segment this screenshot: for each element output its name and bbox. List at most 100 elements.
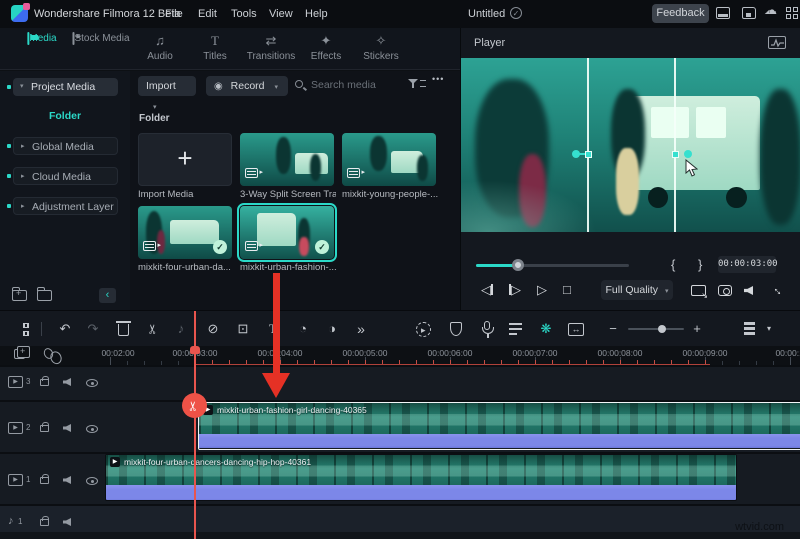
playhead-handle[interactable]	[190, 346, 200, 354]
next-frame-button[interactable]: ▷	[509, 282, 521, 298]
menu-file[interactable]: File	[165, 8, 183, 20]
sidebar-item-cloud-media[interactable]: ▸ Cloud Media	[13, 167, 118, 185]
track-height-icon[interactable]	[744, 322, 755, 335]
tab-stickers[interactable]: ✧ Stickers	[363, 33, 399, 62]
lock-icon[interactable]	[40, 477, 49, 484]
audio-track-lane[interactable]	[0, 506, 800, 532]
save-icon[interactable]	[742, 7, 756, 19]
scopes-icon[interactable]	[768, 36, 786, 49]
audio-track-icon: ♪	[8, 515, 14, 527]
lock-icon[interactable]	[40, 379, 49, 386]
tab-audio[interactable]: ♫ Audio	[147, 33, 173, 62]
import-media-tile[interactable]: +	[138, 133, 232, 186]
split-handle-square[interactable]	[585, 151, 592, 158]
color-correction-icon[interactable]: ◑	[323, 320, 341, 338]
zoom-in-icon[interactable]: +	[688, 320, 706, 338]
stop-button[interactable]: □	[563, 282, 571, 297]
mask-icon[interactable]	[450, 322, 462, 336]
undo-icon[interactable]: ↶	[56, 320, 74, 338]
mirror-display-icon[interactable]	[691, 285, 706, 296]
tab-media[interactable]: Media	[27, 33, 56, 44]
track-height-caret-icon[interactable]: ▾	[760, 320, 778, 338]
volume-icon[interactable]	[744, 286, 753, 295]
mark-out-icon[interactable]: }	[698, 257, 702, 272]
scrubber-knob[interactable]	[512, 259, 524, 271]
play-button[interactable]: ▷	[537, 282, 547, 298]
menu-edit[interactable]: Edit	[198, 8, 217, 20]
timeline-zoom-slider[interactable]	[628, 328, 684, 330]
lock-icon[interactable]	[40, 519, 49, 526]
visibility-icon[interactable]	[86, 477, 98, 485]
snap-link-icon[interactable]	[42, 347, 55, 361]
more-tools-icon[interactable]: »	[352, 320, 370, 338]
zoom-out-icon[interactable]: −	[604, 320, 622, 338]
split-line-right[interactable]	[674, 58, 676, 232]
sequence-icon[interactable]	[509, 323, 522, 335]
zoom-to-fit-icon[interactable]: ↔	[568, 323, 584, 336]
media-item-3way-split[interactable]	[240, 133, 334, 186]
unlink-icon[interactable]: ⊘	[204, 320, 222, 338]
mute-icon[interactable]	[63, 378, 71, 386]
mute-icon[interactable]	[63, 518, 71, 526]
search-input[interactable]	[311, 79, 411, 91]
sidebar-item-adjustment-layer[interactable]: ▸ Adjustment Layer	[13, 197, 118, 215]
tab-stock-media[interactable]: Stock Media	[72, 33, 129, 44]
clip-urban-fashion[interactable]: ▶ mixkit-urban-fashion-girl-dancing-4036…	[198, 402, 800, 450]
sidebar-item-folder[interactable]: Folder	[0, 110, 130, 122]
more-options-icon[interactable]: •••	[432, 74, 444, 84]
media-item-four-urban[interactable]: ✓	[138, 206, 232, 259]
filter-lines-icon[interactable]	[420, 80, 426, 87]
split-line-left[interactable]	[587, 58, 589, 232]
menu-view[interactable]: View	[269, 8, 293, 20]
sidebar-item-global-media[interactable]: ▸ Global Media	[13, 137, 118, 155]
record-dropdown[interactable]: ◉ Record ▾	[206, 76, 288, 96]
import-dropdown[interactable]: Import ▾	[138, 76, 196, 96]
visibility-icon[interactable]	[86, 379, 98, 387]
export-cloud-icon[interactable]: ☁↑	[764, 4, 778, 16]
ruler-label: 00:00:08:00	[598, 348, 643, 358]
menu-tools[interactable]: Tools	[231, 8, 257, 20]
search-field[interactable]	[295, 79, 415, 94]
folder-icon[interactable]	[37, 290, 52, 301]
sidebar-item-project-media[interactable]: ▾ Project Media	[13, 78, 118, 96]
audio-detach-icon[interactable]: ♪	[172, 320, 190, 338]
redo-icon[interactable]: ↷	[84, 320, 102, 338]
new-folder-icon[interactable]	[12, 290, 27, 301]
menu-help[interactable]: Help	[305, 8, 328, 20]
split-handle-dot[interactable]	[684, 150, 692, 158]
feedback-button[interactable]: Feedback	[652, 4, 709, 23]
zoom-slider-knob[interactable]	[658, 325, 666, 333]
render-preview-icon[interactable]	[416, 322, 431, 337]
mute-icon[interactable]	[63, 476, 71, 484]
mute-icon[interactable]	[63, 424, 71, 432]
timeline-ruler[interactable]: 00:02:00 00:00:03:00 00:00:04:00 00:00:0…	[100, 346, 800, 365]
tab-titles[interactable]: T Titles	[203, 33, 227, 62]
video-preview[interactable]	[461, 58, 800, 232]
fullscreen-icon[interactable]: ↔	[770, 281, 788, 299]
previous-frame-button[interactable]: ◁	[481, 282, 493, 298]
layout-panel-icon[interactable]	[716, 7, 730, 19]
player-scrubber[interactable]	[476, 264, 629, 267]
split-scissors-badge[interactable]: ✂	[182, 393, 207, 418]
quality-dropdown[interactable]: Full Quality ▾	[601, 280, 673, 300]
crop-icon[interactable]: ⊡	[234, 320, 252, 338]
collapse-sidebar-button[interactable]: ‹	[99, 288, 116, 303]
media-item-urban-fashion-selected[interactable]: ✓	[240, 206, 334, 259]
speed-icon[interactable]: ◔	[294, 320, 312, 338]
workspace-grid-icon[interactable]	[786, 7, 799, 20]
voiceover-mic-icon[interactable]	[484, 321, 490, 330]
lock-icon[interactable]	[40, 425, 49, 432]
delete-icon[interactable]	[118, 324, 129, 336]
manage-tracks-icon[interactable]	[14, 349, 25, 359]
toolbar-layout-icon[interactable]	[16, 323, 29, 336]
auto-ripple-icon[interactable]: ❋	[537, 320, 555, 338]
tab-transitions[interactable]: ⇄ Transitions	[247, 33, 296, 62]
tab-effects[interactable]: ✦ Effects	[311, 33, 341, 62]
split-scissors-icon[interactable]: ✂	[144, 320, 162, 338]
clip-four-urban-dancers[interactable]: ▶ mixkit-four-urban-dancers-dancing-hip-…	[105, 454, 737, 501]
snapshot-icon[interactable]	[718, 285, 732, 296]
media-item-young-people[interactable]	[342, 133, 436, 186]
mark-in-icon[interactable]: {	[671, 257, 675, 272]
visibility-icon[interactable]	[86, 425, 98, 433]
split-handle-square[interactable]	[672, 151, 679, 158]
